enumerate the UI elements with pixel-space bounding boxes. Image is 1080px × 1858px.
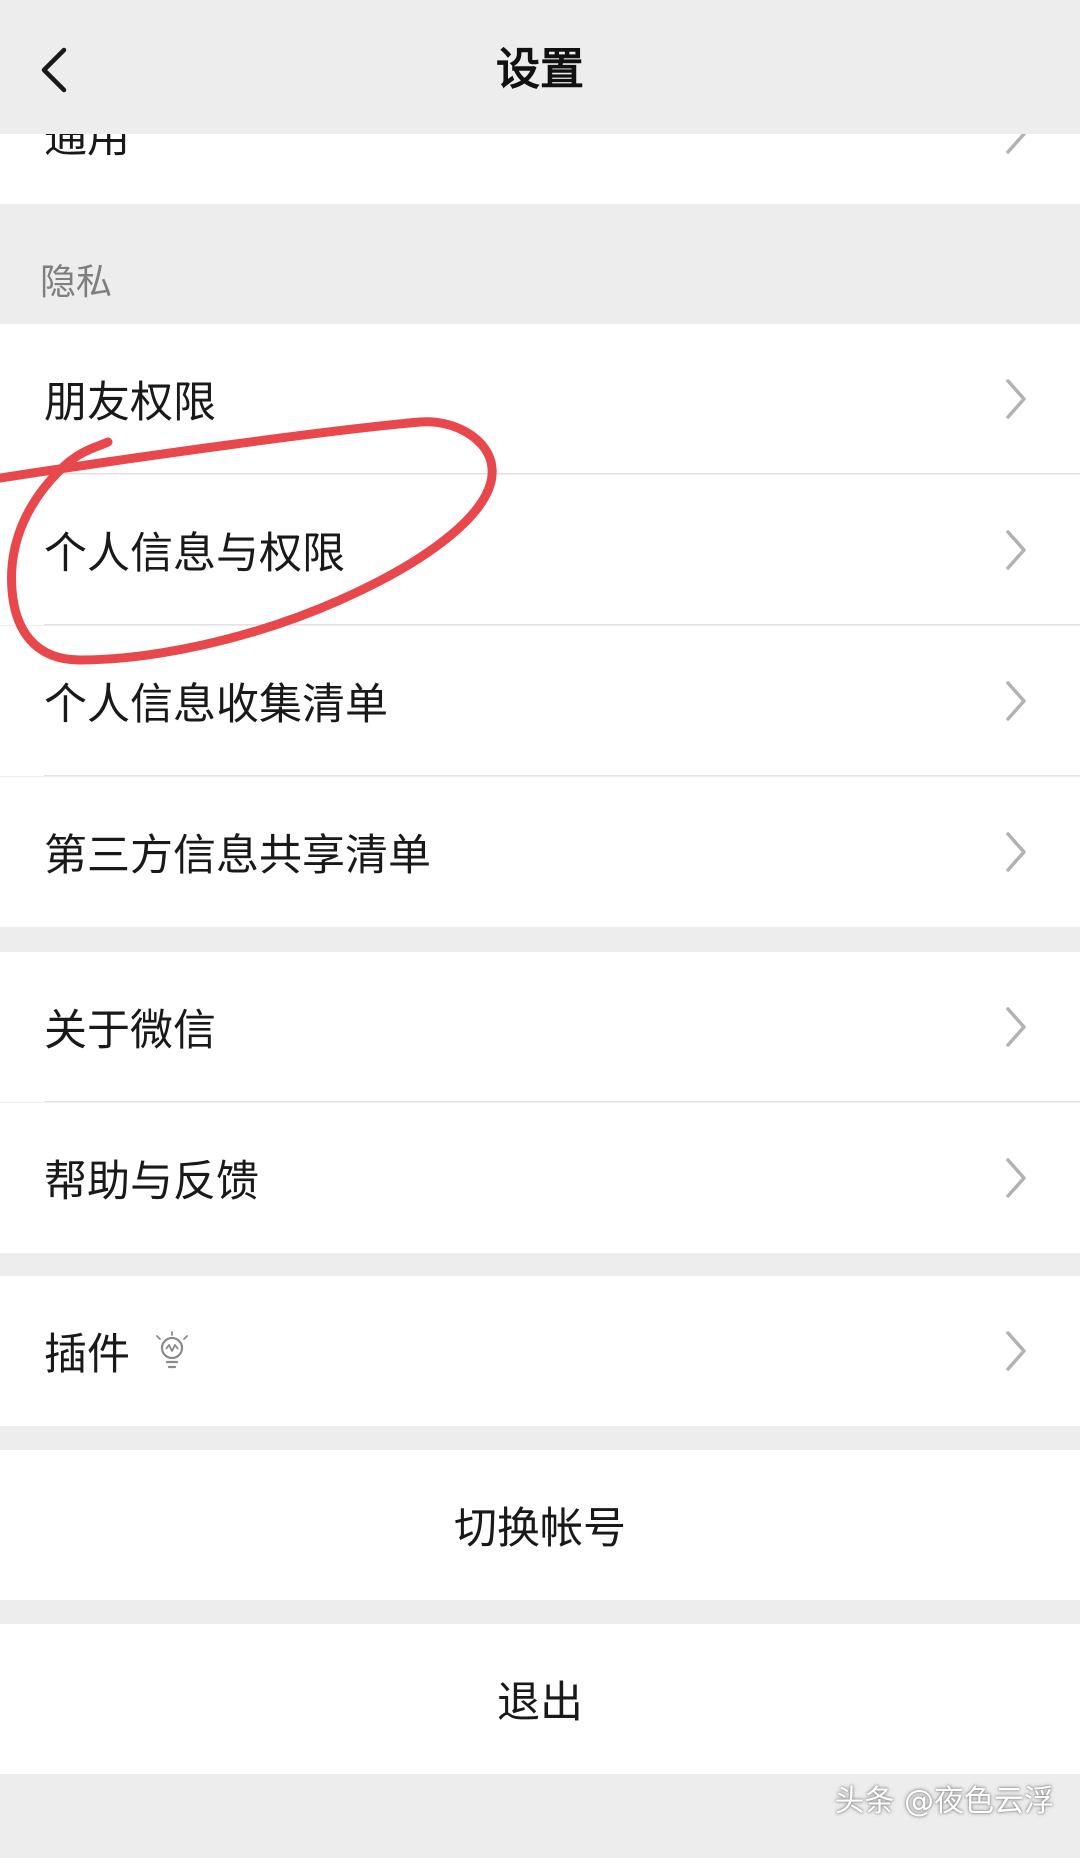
chevron-right-icon — [1006, 1331, 1026, 1371]
chevron-right-icon — [1006, 379, 1026, 419]
chevron-right-icon — [1006, 681, 1026, 721]
divider — [44, 1101, 1080, 1102]
settings-item-help-feedback[interactable]: 帮助与反馈 — [0, 1103, 1080, 1253]
settings-item-about-wechat[interactable]: 关于微信 — [0, 952, 1080, 1102]
chevron-right-icon — [1006, 1158, 1026, 1198]
settings-item-label: 个人信息与权限 — [44, 529, 345, 579]
settings-item-label: 第三方信息共享清单 — [44, 831, 431, 881]
divider — [44, 775, 1080, 776]
settings-item-label: 关于微信 — [44, 1006, 216, 1056]
divider — [44, 473, 1080, 474]
divider — [44, 624, 1080, 625]
settings-item-personal-info-collection-list[interactable]: 个人信息收集清单 — [0, 626, 1080, 776]
chevron-right-icon — [1006, 530, 1026, 570]
navigation-bar: 设置 — [0, 0, 1080, 134]
switch-account-label: 切换帐号 — [454, 1504, 626, 1554]
page-title: 设置 — [496, 44, 584, 95]
lightbulb-icon — [156, 1331, 188, 1369]
settings-item-friend-permissions[interactable]: 朋友权限 — [0, 324, 1080, 474]
chevron-right-icon — [1006, 832, 1026, 872]
settings-item-third-party-sharing-list[interactable]: 第三方信息共享清单 — [0, 777, 1080, 927]
settings-item-label: 插件 — [44, 1330, 130, 1380]
logout-label: 退出 — [497, 1678, 583, 1728]
settings-item-plugins[interactable]: 插件 — [0, 1276, 1080, 1426]
logout-button[interactable]: 退出 — [0, 1624, 1080, 1774]
section-label-privacy: 隐私 — [40, 262, 113, 303]
settings-item-label: 朋友权限 — [44, 378, 216, 428]
watermark: 头条 @夜色云浮 — [834, 1784, 1054, 1819]
switch-account-button[interactable]: 切换帐号 — [0, 1450, 1080, 1600]
settings-item-label: 个人信息收集清单 — [44, 680, 388, 730]
chevron-right-icon — [1006, 1007, 1026, 1047]
settings-item-personal-info-permissions[interactable]: 个人信息与权限 — [0, 475, 1080, 625]
settings-item-label: 帮助与反馈 — [44, 1157, 259, 1207]
